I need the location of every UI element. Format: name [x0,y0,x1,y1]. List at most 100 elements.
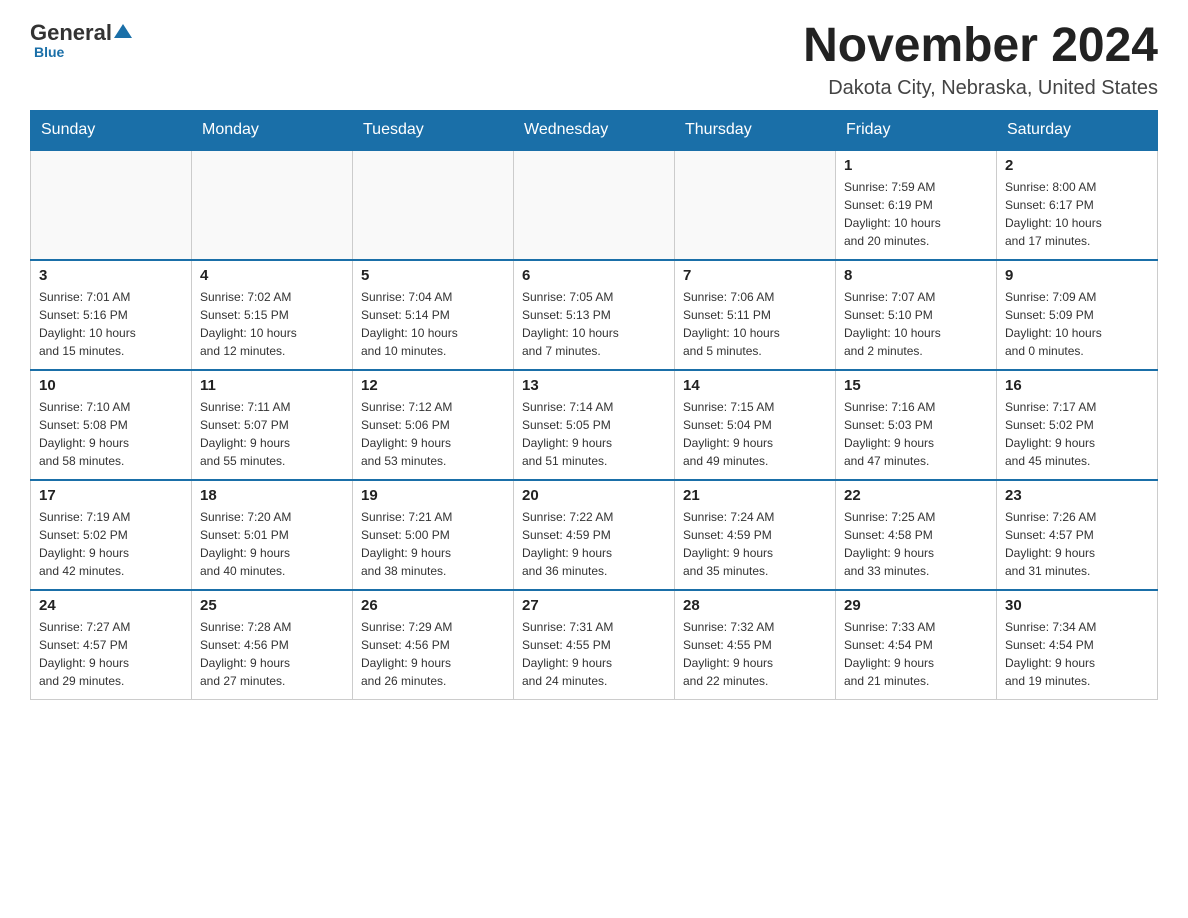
calendar-cell: 23 Sunrise: 7:26 AMSunset: 4:57 PMDayligh… [997,480,1158,590]
day-number: 15 [844,377,988,394]
day-number: 2 [1005,157,1149,174]
logo: General Blue [30,20,132,60]
calendar-week-row-2: 3 Sunrise: 7:01 AMSunset: 5:16 PMDaylight… [31,260,1158,370]
day-info: Sunrise: 7:22 AMSunset: 4:59 PMDaylight:… [522,508,666,580]
day-number: 25 [200,597,344,614]
day-info: Sunrise: 7:15 AMSunset: 5:04 PMDaylight:… [683,398,827,470]
day-info: Sunrise: 7:11 AMSunset: 5:07 PMDaylight:… [200,398,344,470]
day-number: 4 [200,267,344,284]
col-saturday: Saturday [997,110,1158,150]
day-number: 16 [1005,377,1149,394]
logo-general-text: General [30,20,112,46]
day-info: Sunrise: 7:19 AMSunset: 5:02 PMDaylight:… [39,508,183,580]
calendar-cell: 18 Sunrise: 7:20 AMSunset: 5:01 PMDayligh… [192,480,353,590]
day-info: Sunrise: 8:00 AMSunset: 6:17 PMDaylight:… [1005,178,1149,250]
calendar-cell: 22 Sunrise: 7:25 AMSunset: 4:58 PMDayligh… [836,480,997,590]
day-number: 14 [683,377,827,394]
day-info: Sunrise: 7:12 AMSunset: 5:06 PMDaylight:… [361,398,505,470]
day-number: 27 [522,597,666,614]
col-friday: Friday [836,110,997,150]
calendar-cell: 15 Sunrise: 7:16 AMSunset: 5:03 PMDayligh… [836,370,997,480]
calendar-cell: 24Sunrise: 7:27 AMSunset: 4:57 PMDayligh… [31,590,192,700]
calendar-cell: 14 Sunrise: 7:15 AMSunset: 5:04 PMDayligh… [675,370,836,480]
calendar-week-row-4: 17 Sunrise: 7:19 AMSunset: 5:02 PMDayligh… [31,480,1158,590]
day-number: 21 [683,487,827,504]
day-info: Sunrise: 7:17 AMSunset: 5:02 PMDaylight:… [1005,398,1149,470]
day-info: Sunrise: 7:06 AMSunset: 5:11 PMDaylight:… [683,288,827,360]
calendar-cell: 11 Sunrise: 7:11 AMSunset: 5:07 PMDayligh… [192,370,353,480]
calendar-cell [192,150,353,260]
calendar-cell: 4 Sunrise: 7:02 AMSunset: 5:15 PMDaylight… [192,260,353,370]
calendar-cell [31,150,192,260]
day-info: Sunrise: 7:16 AMSunset: 5:03 PMDaylight:… [844,398,988,470]
calendar-cell: 12 Sunrise: 7:12 AMSunset: 5:06 PMDayligh… [353,370,514,480]
day-number: 8 [844,267,988,284]
day-number: 23 [1005,487,1149,504]
day-info: Sunrise: 7:10 AMSunset: 5:08 PMDaylight:… [39,398,183,470]
day-info: Sunrise: 7:20 AMSunset: 5:01 PMDaylight:… [200,508,344,580]
calendar-cell: 5Sunrise: 7:04 AMSunset: 5:14 PMDaylight… [353,260,514,370]
day-number: 28 [683,597,827,614]
calendar-header-row: Sunday Monday Tuesday Wednesday Thursday… [31,110,1158,150]
col-tuesday: Tuesday [353,110,514,150]
calendar-week-row-5: 24Sunrise: 7:27 AMSunset: 4:57 PMDayligh… [31,590,1158,700]
calendar-cell: 28Sunrise: 7:32 AMSunset: 4:55 PMDayligh… [675,590,836,700]
day-number: 30 [1005,597,1149,614]
calendar-cell: 21 Sunrise: 7:24 AMSunset: 4:59 PMDayligh… [675,480,836,590]
day-info: Sunrise: 7:29 AMSunset: 4:56 PMDaylight:… [361,618,505,690]
calendar-cell: 8Sunrise: 7:07 AMSunset: 5:10 PMDaylight… [836,260,997,370]
day-number: 11 [200,377,344,394]
col-thursday: Thursday [675,110,836,150]
col-wednesday: Wednesday [514,110,675,150]
calendar-cell: 1Sunrise: 7:59 AMSunset: 6:19 PMDaylight… [836,150,997,260]
day-number: 13 [522,377,666,394]
calendar-cell: 13Sunrise: 7:14 AMSunset: 5:05 PMDayligh… [514,370,675,480]
day-number: 26 [361,597,505,614]
day-info: Sunrise: 7:04 AMSunset: 5:14 PMDaylight:… [361,288,505,360]
day-info: Sunrise: 7:31 AMSunset: 4:55 PMDaylight:… [522,618,666,690]
day-info: Sunrise: 7:28 AMSunset: 4:56 PMDaylight:… [200,618,344,690]
day-number: 3 [39,267,183,284]
calendar-cell: 6 Sunrise: 7:05 AMSunset: 5:13 PMDaylight… [514,260,675,370]
calendar-cell: 30 Sunrise: 7:34 AMSunset: 4:54 PMDayligh… [997,590,1158,700]
day-number: 22 [844,487,988,504]
day-info: Sunrise: 7:21 AMSunset: 5:00 PMDaylight:… [361,508,505,580]
day-info: Sunrise: 7:02 AMSunset: 5:15 PMDaylight:… [200,288,344,360]
calendar-cell: 19Sunrise: 7:21 AMSunset: 5:00 PMDayligh… [353,480,514,590]
calendar-cell: 3 Sunrise: 7:01 AMSunset: 5:16 PMDaylight… [31,260,192,370]
calendar-cell: 9 Sunrise: 7:09 AMSunset: 5:09 PMDaylight… [997,260,1158,370]
day-number: 6 [522,267,666,284]
calendar-week-row-3: 10Sunrise: 7:10 AMSunset: 5:08 PMDayligh… [31,370,1158,480]
page-title: November 2024 [803,20,1158,73]
calendar-cell [675,150,836,260]
calendar-cell [514,150,675,260]
day-info: Sunrise: 7:09 AMSunset: 5:09 PMDaylight:… [1005,288,1149,360]
calendar-cell: 27 Sunrise: 7:31 AMSunset: 4:55 PMDayligh… [514,590,675,700]
page-header: General Blue November 2024 Dakota City, … [30,20,1158,100]
col-monday: Monday [192,110,353,150]
day-info: Sunrise: 7:26 AMSunset: 4:57 PMDaylight:… [1005,508,1149,580]
day-number: 24 [39,597,183,614]
title-section: November 2024 Dakota City, Nebraska, Uni… [803,20,1158,100]
page-subtitle: Dakota City, Nebraska, United States [803,77,1158,100]
day-info: Sunrise: 7:25 AMSunset: 4:58 PMDaylight:… [844,508,988,580]
col-sunday: Sunday [31,110,192,150]
calendar-cell: 20 Sunrise: 7:22 AMSunset: 4:59 PMDayligh… [514,480,675,590]
day-number: 12 [361,377,505,394]
day-info: Sunrise: 7:34 AMSunset: 4:54 PMDaylight:… [1005,618,1149,690]
day-info: Sunrise: 7:24 AMSunset: 4:59 PMDaylight:… [683,508,827,580]
calendar-cell: 26 Sunrise: 7:29 AMSunset: 4:56 PMDayligh… [353,590,514,700]
day-number: 17 [39,487,183,504]
day-info: Sunrise: 7:01 AMSunset: 5:16 PMDaylight:… [39,288,183,360]
day-number: 9 [1005,267,1149,284]
calendar-cell: 2 Sunrise: 8:00 AMSunset: 6:17 PMDaylight… [997,150,1158,260]
day-number: 29 [844,597,988,614]
day-number: 18 [200,487,344,504]
day-number: 7 [683,267,827,284]
day-number: 20 [522,487,666,504]
logo-triangle-icon [114,22,132,40]
calendar-cell: 16 Sunrise: 7:17 AMSunset: 5:02 PMDayligh… [997,370,1158,480]
calendar-cell: 25 Sunrise: 7:28 AMSunset: 4:56 PMDayligh… [192,590,353,700]
day-info: Sunrise: 7:05 AMSunset: 5:13 PMDaylight:… [522,288,666,360]
day-info: Sunrise: 7:59 AMSunset: 6:19 PMDaylight:… [844,178,988,250]
